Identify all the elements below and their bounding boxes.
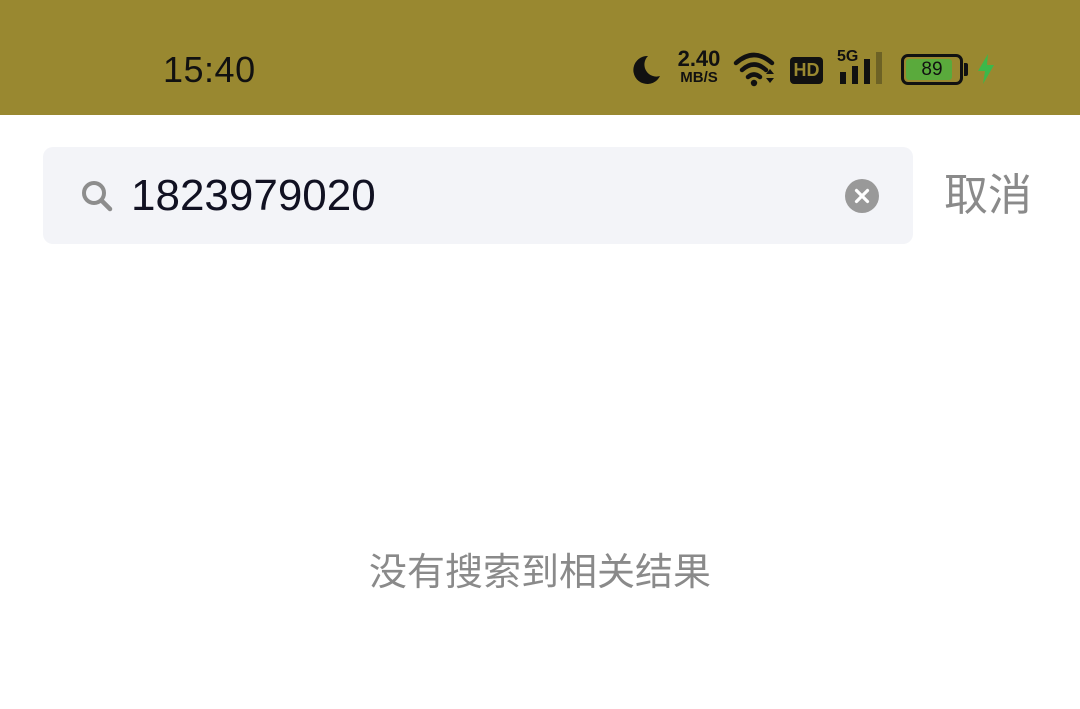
search-box[interactable] (43, 147, 913, 244)
battery-icon: 89 (901, 54, 963, 85)
network-speed: 2.40 MB/S (672, 48, 726, 86)
status-bar: 15:40 2.40 MB/S HD 5G 89 (0, 0, 1080, 115)
status-time: 15:40 (163, 49, 256, 90)
cancel-button[interactable]: 取消 (944, 168, 1032, 224)
hd-icon: HD (790, 57, 823, 84)
search-input[interactable] (131, 165, 831, 227)
wifi-icon (733, 52, 775, 87)
battery-level: 89 (921, 59, 943, 80)
moon-icon (633, 55, 660, 84)
signal-icon (840, 52, 882, 84)
empty-results-message: 没有搜索到相关结果 (368, 550, 711, 594)
clear-icon[interactable] (844, 178, 880, 214)
charging-icon (978, 54, 994, 84)
network-speed-value: 2.40 (677, 46, 721, 71)
battery-cap (964, 63, 968, 76)
search-icon (82, 181, 113, 212)
network-speed-unit: MB/S (680, 69, 718, 86)
